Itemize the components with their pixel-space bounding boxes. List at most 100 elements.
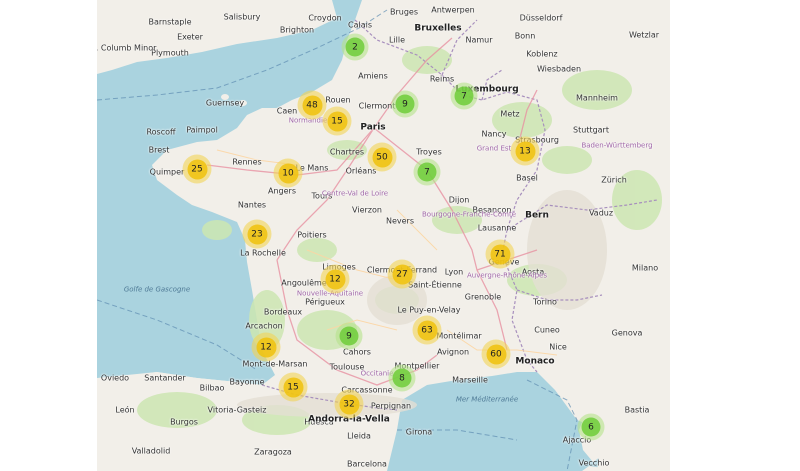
- place-label: Quimper: [149, 167, 185, 177]
- place-label: Koblenz: [526, 49, 558, 59]
- place-label: León: [115, 405, 135, 415]
- marker-cluster[interactable]: 15: [278, 372, 308, 402]
- place-label: Lausanne: [477, 223, 517, 233]
- place-label: Oviedo: [100, 373, 130, 383]
- marker-cluster[interactable]: 9: [391, 90, 419, 118]
- cluster-count: 60: [486, 344, 506, 364]
- place-label: Mannheim: [576, 93, 618, 103]
- cluster-count: 63: [417, 320, 437, 340]
- place-label: Poitiers: [297, 230, 327, 240]
- place-label: Valladolid: [131, 446, 171, 456]
- place-label: Saint-Étienne: [408, 280, 462, 290]
- place-label: Vecchio: [578, 458, 610, 468]
- place-label: Barcelona: [347, 459, 387, 469]
- cluster-count: 32: [339, 394, 359, 414]
- marker-cluster[interactable]: 7: [450, 82, 478, 110]
- marker-cluster[interactable]: 12: [251, 332, 281, 362]
- place-label: Calais: [347, 20, 373, 30]
- marker-cluster[interactable]: 15: [322, 106, 352, 136]
- marker-cluster[interactable]: 27: [387, 259, 417, 289]
- marker-cluster[interactable]: 10: [273, 158, 303, 188]
- place-label: Exeter: [177, 32, 203, 42]
- cluster-count: 25: [187, 159, 207, 179]
- place-label: Nevers: [385, 216, 415, 226]
- cluster-count: 48: [302, 95, 322, 115]
- region-label: Centre-Val de Loire: [321, 189, 389, 198]
- place-label: Perpignan: [370, 401, 412, 411]
- place-label: Marseille: [452, 375, 488, 385]
- place-label: Torino: [533, 297, 557, 307]
- marker-cluster[interactable]: 12: [320, 264, 350, 294]
- marker-cluster[interactable]: 71: [485, 239, 515, 269]
- place-label: Reims: [429, 74, 455, 84]
- marker-cluster[interactable]: 23: [242, 219, 272, 249]
- place-label: Stuttgart: [573, 125, 609, 135]
- marker-cluster[interactable]: 63: [412, 315, 442, 345]
- place-label: La Rochelle: [240, 248, 286, 258]
- place-label: Basel: [516, 173, 538, 183]
- place-label: Wetzlar: [628, 30, 660, 40]
- place-label: Lleida: [347, 431, 371, 441]
- capital-label: Bern: [525, 210, 549, 221]
- sea-label: Mer Méditerranée: [455, 395, 519, 404]
- marker-cluster[interactable]: 8: [388, 364, 416, 392]
- place-label: Salisbury: [223, 12, 261, 22]
- place-label: Milano: [631, 263, 659, 273]
- marker-cluster[interactable]: 2: [341, 33, 369, 61]
- place-label: Dijon: [448, 195, 470, 205]
- place-label: Troyes: [416, 147, 442, 157]
- marker-cluster[interactable]: 9: [335, 322, 363, 350]
- place-label: Périgueux: [305, 297, 345, 307]
- place-label: Guernsey: [205, 98, 245, 108]
- place-label: Nantes: [237, 200, 267, 210]
- marker-cluster[interactable]: 60: [481, 339, 511, 369]
- place-label: Caen: [276, 106, 298, 116]
- place-label: Clermont: [358, 101, 396, 111]
- cluster-count: 13: [515, 141, 535, 161]
- place-label: Lyon: [444, 267, 464, 277]
- place-label: Bastia: [624, 405, 650, 415]
- capital-label: Paris: [360, 122, 386, 133]
- cluster-count: 12: [256, 337, 276, 357]
- cluster-count: 7: [454, 86, 474, 106]
- place-label: Nice: [549, 342, 567, 352]
- place-label: Vaduz: [588, 208, 614, 218]
- cluster-count: 71: [490, 244, 510, 264]
- region-label: Baden-Württemberg: [581, 141, 653, 150]
- marker-cluster[interactable]: 25: [182, 154, 212, 184]
- marker-cluster[interactable]: 48: [297, 90, 327, 120]
- place-label: Metz: [500, 109, 520, 119]
- capital-label: Monaco: [515, 356, 555, 367]
- marker-cluster[interactable]: 7: [413, 158, 441, 186]
- place-label: Nancy: [481, 129, 507, 139]
- place-label: Toulouse: [329, 362, 365, 372]
- marker-cluster[interactable]: 32: [334, 389, 364, 419]
- place-label: Croydon: [308, 13, 342, 23]
- place-label: Vitoria-Gasteiz: [207, 405, 267, 415]
- place-label: Santander: [144, 373, 186, 383]
- cluster-count: 2: [345, 37, 365, 57]
- cluster-count: 9: [339, 326, 359, 346]
- marker-cluster[interactable]: 13: [510, 136, 540, 166]
- marker-cluster[interactable]: 50: [367, 142, 397, 172]
- place-label: Grenoble: [464, 292, 502, 302]
- place-label: Vierzon: [352, 205, 382, 215]
- place-label: Le Puy-en-Velay: [397, 305, 461, 315]
- place-label: Avignon: [436, 347, 470, 357]
- place-label: Genova: [611, 328, 643, 338]
- marker-cluster[interactable]: 6: [577, 413, 605, 441]
- place-label: Roscoff: [146, 127, 176, 137]
- place-label: Arcachon: [245, 321, 283, 331]
- place-label: Rennes: [232, 157, 262, 167]
- place-label: Zaragoza: [254, 447, 292, 457]
- place-label: Lille: [388, 35, 406, 45]
- place-label: Wiesbaden: [536, 64, 582, 74]
- place-label: Paimpol: [186, 125, 218, 135]
- place-label: Bilbao: [199, 383, 225, 393]
- place-label: Cuneo: [534, 325, 560, 335]
- place-label: Antwerpen: [431, 5, 475, 15]
- place-label: St. Columb Minor: [97, 43, 157, 53]
- place-label: Chartres: [329, 147, 365, 157]
- map-viewport[interactable]: Barnstaple Salisbury Croydon Calais Brug…: [97, 0, 670, 471]
- place-label: Angers: [268, 186, 296, 196]
